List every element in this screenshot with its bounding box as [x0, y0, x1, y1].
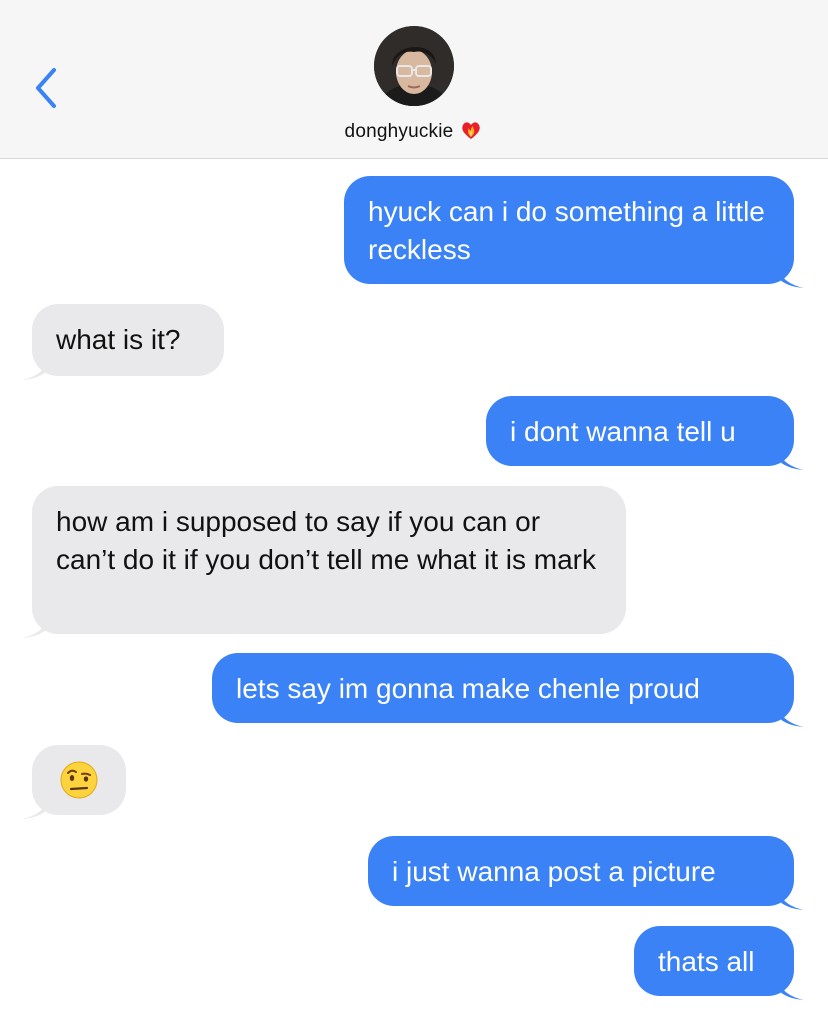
message-received-1[interactable]: what is it? [22, 304, 224, 380]
bubble-tail [778, 888, 804, 910]
message-text: thats all [658, 946, 755, 977]
message-received-2[interactable]: how am i supposed to say if you can or c… [22, 486, 626, 638]
message-sent-2[interactable]: i dont wanna tell u [486, 396, 804, 470]
bubble-tail [22, 797, 48, 819]
conversation-header: donghyuckie [0, 0, 828, 159]
message-text: i dont wanna tell u [510, 416, 736, 447]
message-received-3[interactable] [22, 745, 126, 819]
message-text: hyuck can i do something a little reckle… [368, 196, 765, 265]
bubble-tail [778, 978, 804, 1000]
chevron-left-icon [36, 68, 56, 108]
back-button[interactable] [30, 66, 64, 110]
bubble-tail [778, 448, 804, 470]
message-sent-3[interactable]: lets say im gonna make chenle proud [212, 653, 804, 727]
message-text: lets say im gonna make chenle proud [236, 673, 700, 704]
bubble-tail [778, 266, 804, 288]
contact-avatar[interactable] [374, 26, 454, 106]
bubble-tail [778, 705, 804, 727]
message-text: i just wanna post a picture [392, 856, 716, 887]
face-with-raised-eyebrow-icon [60, 761, 98, 799]
heart-on-fire-icon [459, 118, 483, 142]
contact-name-row[interactable]: donghyuckie [0, 118, 828, 143]
avatar-photo [374, 26, 454, 106]
bubble-tail [22, 358, 48, 380]
contact-name: donghyuckie [344, 121, 454, 142]
message-text: how am i supposed to say if you can or c… [56, 506, 596, 575]
message-sent-1[interactable]: hyuck can i do something a little reckle… [344, 176, 804, 288]
bubble-tail [22, 616, 48, 638]
message-sent-4[interactable]: i just wanna post a picture [368, 836, 804, 910]
message-sent-5[interactable]: thats all [634, 926, 804, 1000]
message-text: what is it? [56, 324, 181, 355]
